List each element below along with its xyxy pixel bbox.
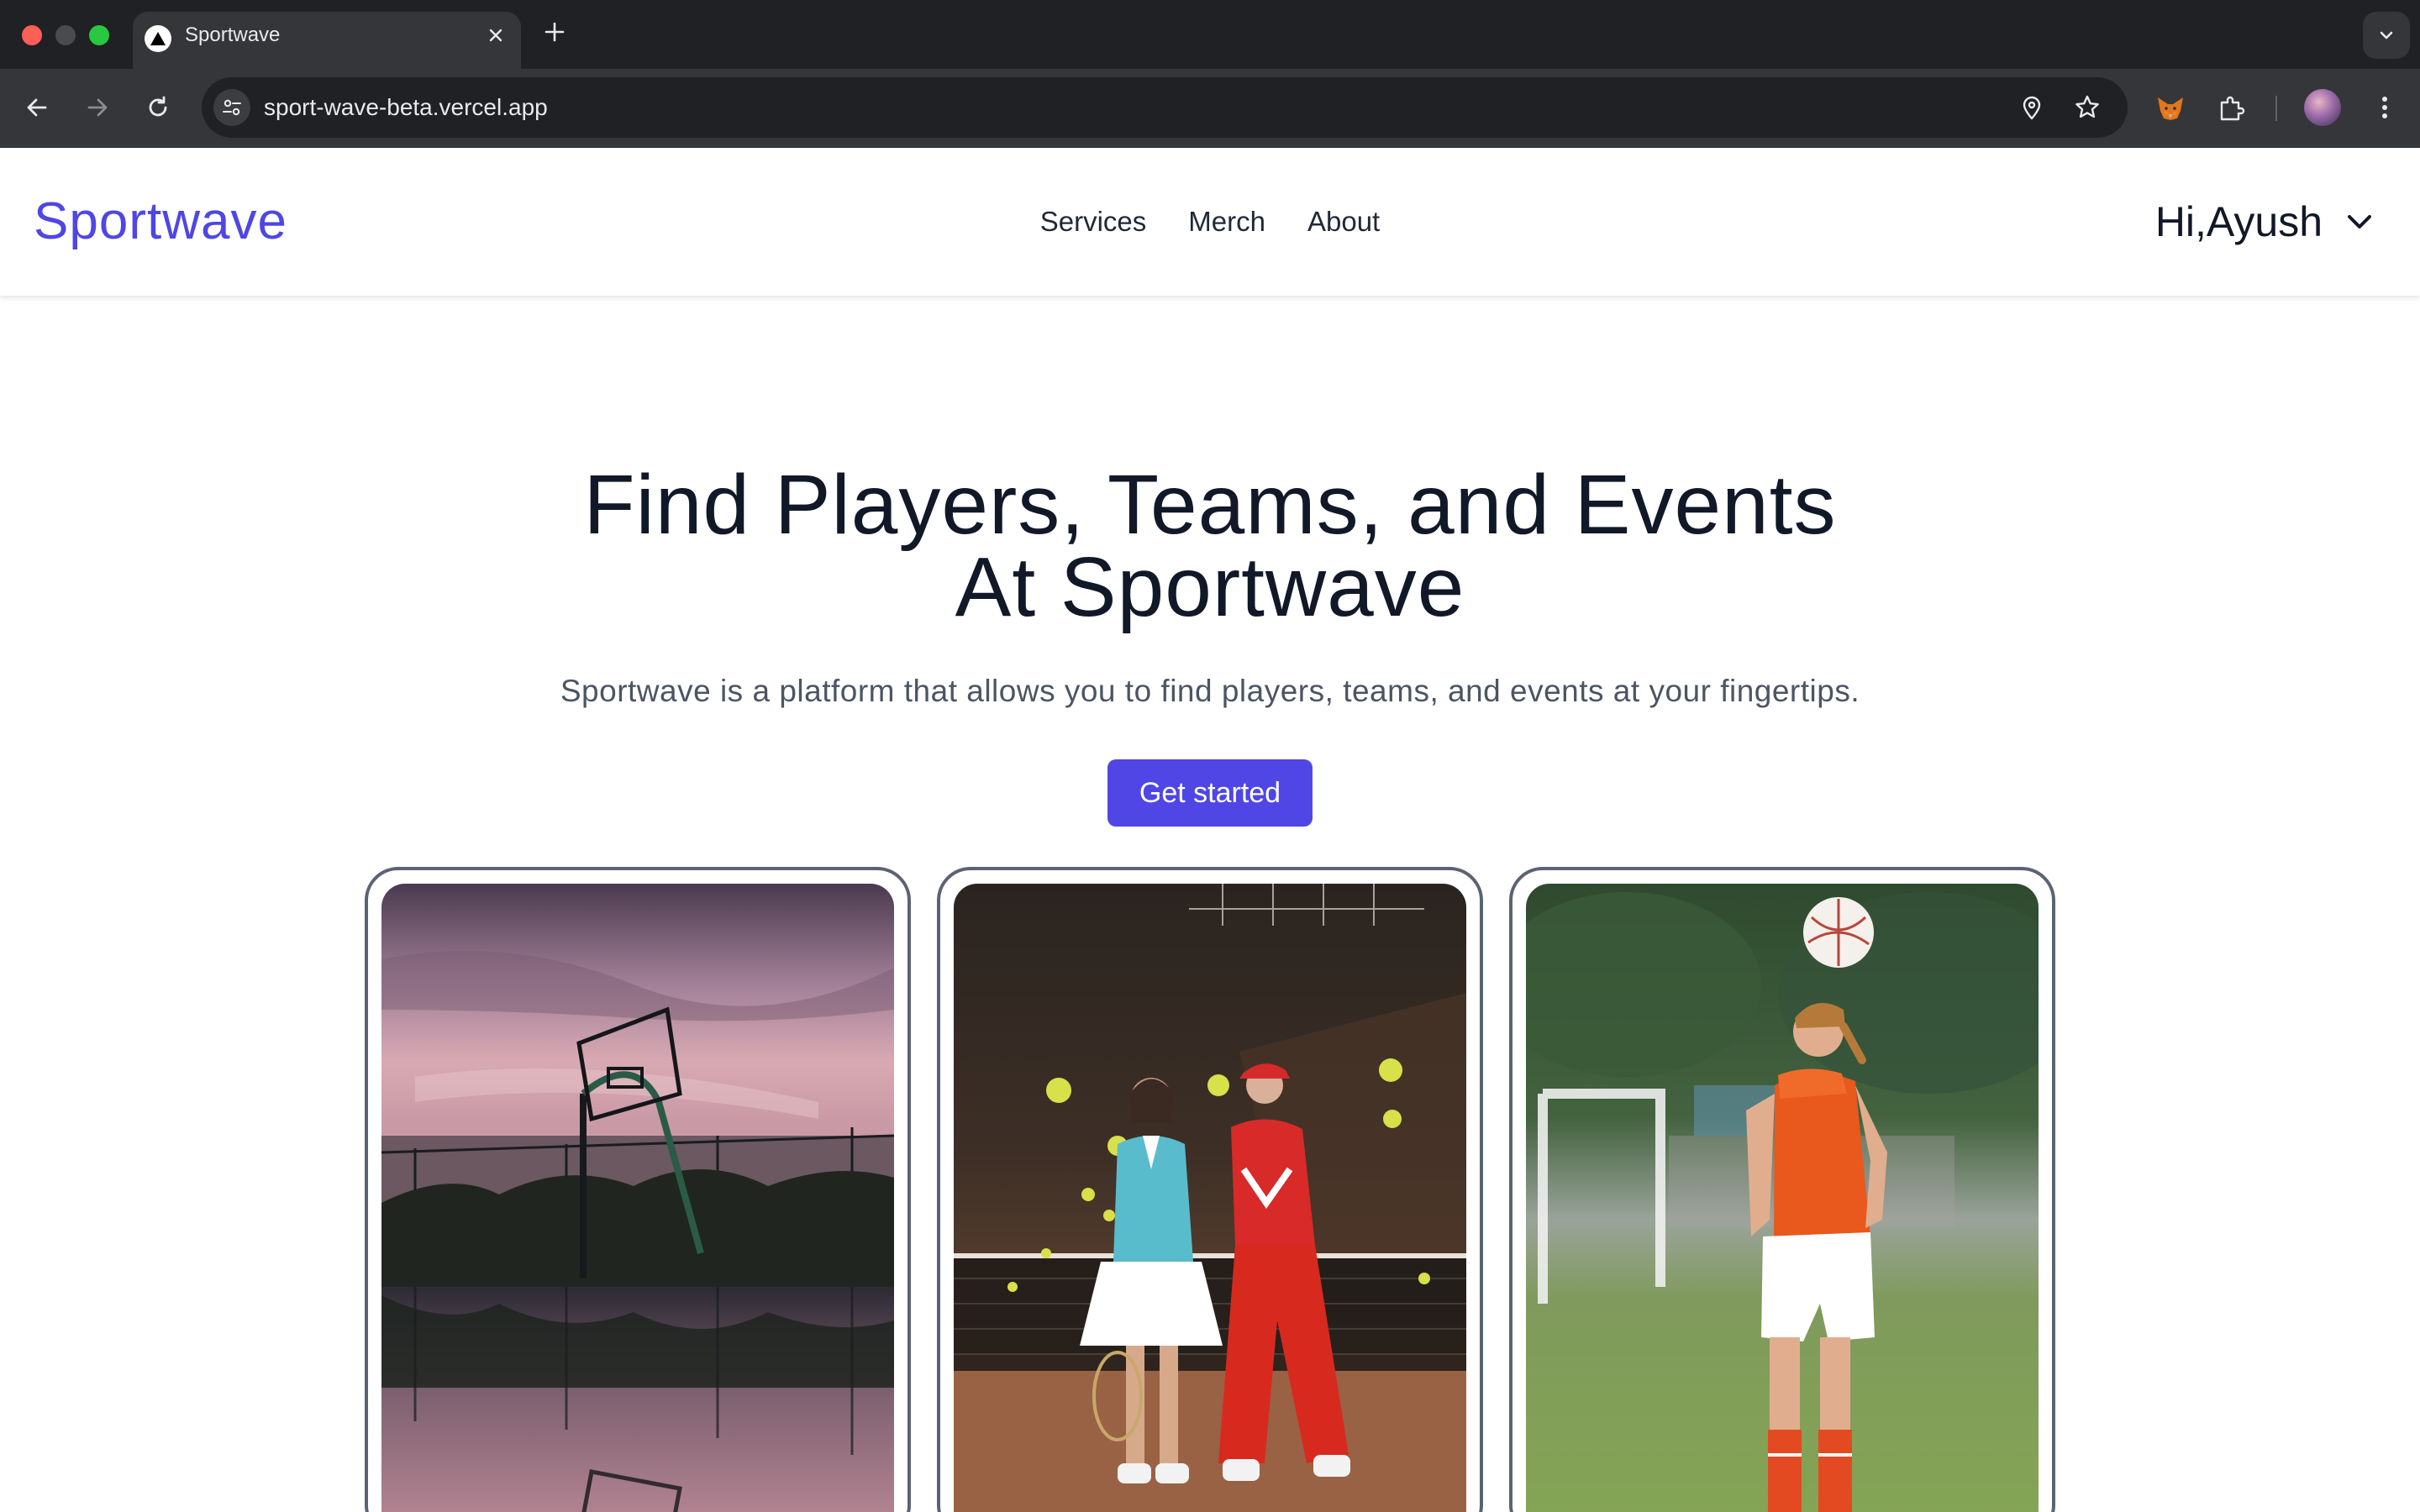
new-tab-icon[interactable] (541, 18, 568, 45)
main-nav: Services Merch About (0, 148, 2420, 296)
profile-avatar[interactable] (2304, 89, 2341, 126)
reload-icon[interactable] (143, 92, 173, 123)
tab-search-button[interactable] (2363, 12, 2410, 59)
tab-title: Sportwave (185, 24, 281, 46)
nav-link-merch[interactable]: Merch (1188, 206, 1265, 238)
card-tennis[interactable] (937, 867, 1483, 1512)
minimize-window-button[interactable] (55, 25, 76, 45)
address-bar[interactable]: sport-wave-beta.vercel.app (202, 77, 2128, 138)
bookmark-star-icon[interactable] (2072, 92, 2102, 123)
site-favicon-icon (145, 25, 171, 52)
browser-window: Sportwave sport-wave-beta.vercel.app Spo… (0, 0, 2420, 1512)
tab-close-icon[interactable] (484, 24, 508, 47)
soccer-player-photo (1526, 884, 2039, 1512)
tune-icon (223, 99, 241, 116)
url-text: sport-wave-beta.vercel.app (264, 94, 548, 120)
browser-tab-bar: Sportwave (0, 0, 2420, 69)
basketball-court-photo (381, 884, 894, 1512)
forward-arrow-icon[interactable] (82, 92, 113, 123)
feature-cards (0, 867, 2420, 1512)
nav-link-services[interactable]: Services (1040, 206, 1147, 238)
maximize-window-button[interactable] (89, 25, 109, 45)
site-header: Sportwave Services Merch About Hi,Ayush (0, 148, 2420, 296)
chevron-down-icon (2348, 215, 2371, 228)
user-menu[interactable]: Hi,Ayush (2155, 148, 2376, 296)
more-menu-icon[interactable] (2368, 91, 2402, 124)
metamask-fox-icon[interactable] (2154, 92, 2186, 124)
toolbar-divider (2275, 96, 2277, 121)
hero-title: Find Players, Teams, and Events At Sport… (0, 458, 2420, 634)
browser-tab-active[interactable]: Sportwave (133, 12, 521, 69)
nav-link-about[interactable]: About (1307, 206, 1380, 238)
location-pin-icon[interactable] (2017, 92, 2047, 123)
browser-toolbar: sport-wave-beta.vercel.app (0, 69, 2420, 148)
card-basketball[interactable] (365, 867, 911, 1512)
page-content: Sportwave Services Merch About Hi,Ayush … (0, 148, 2420, 1512)
chevron-down-icon (2380, 31, 2393, 39)
back-arrow-icon[interactable] (22, 92, 52, 123)
hero-title-line-1: Find Players, Teams, and Events (583, 458, 1837, 552)
user-greeting: Hi,Ayush (2154, 198, 2323, 245)
card-soccer[interactable] (1509, 867, 2055, 1512)
hero-title-line-2: At Sportwave (955, 540, 1465, 634)
extensions-puzzle-icon[interactable] (2215, 92, 2247, 124)
get-started-button[interactable]: Get started (1107, 759, 1313, 827)
site-info-button[interactable] (213, 89, 250, 126)
close-window-button[interactable] (22, 25, 42, 45)
tennis-players-photo (954, 884, 1466, 1512)
hero-subtitle: Sportwave is a platform that allows you … (560, 674, 1860, 708)
